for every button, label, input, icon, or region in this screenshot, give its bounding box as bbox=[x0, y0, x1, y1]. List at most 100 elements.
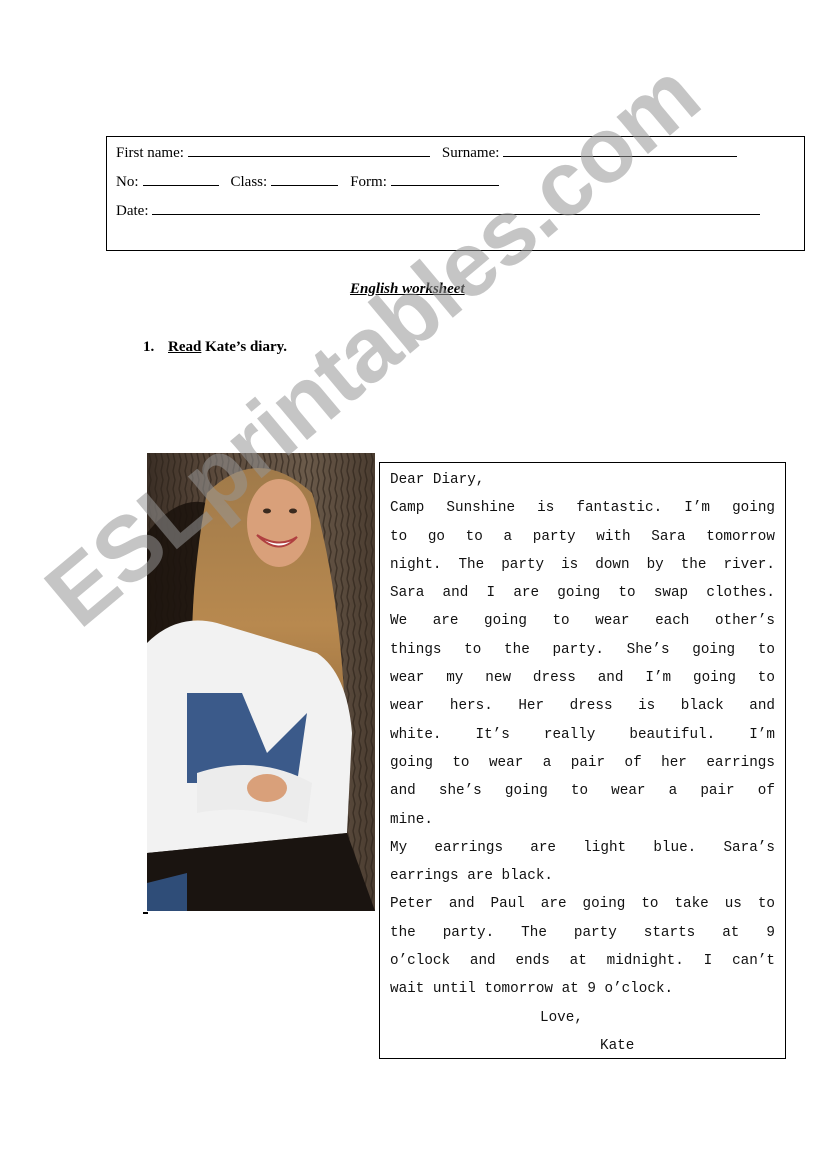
diary-word: starts bbox=[643, 924, 696, 941]
diary-word: going bbox=[504, 783, 548, 800]
diary-word: to bbox=[552, 613, 570, 630]
diary-word: to bbox=[390, 528, 408, 545]
diary-word: going bbox=[692, 641, 736, 658]
date-field[interactable] bbox=[152, 200, 761, 215]
diary-word: party bbox=[573, 924, 617, 941]
diary-line: going to wear a pair of her earrings bbox=[390, 749, 775, 777]
diary-word: light bbox=[583, 839, 627, 856]
diary-word: Peter bbox=[390, 896, 433, 913]
diary-word: going bbox=[732, 500, 775, 517]
diary-word: to bbox=[464, 641, 482, 658]
stray-mark bbox=[143, 912, 148, 914]
diary-word: things bbox=[390, 641, 442, 658]
diary-word: and bbox=[469, 953, 496, 970]
diary-word: are bbox=[432, 613, 459, 630]
diary-line: Sara and Iare going to swap clothes. bbox=[390, 579, 775, 607]
no-field[interactable] bbox=[142, 171, 219, 186]
diary-word: pair bbox=[570, 754, 606, 771]
exercise-number: 1. bbox=[143, 339, 155, 355]
diary-line: the party. The party starts at 9 bbox=[390, 919, 775, 947]
diary-text-box: Dear Diary, Camp Sunshine is fantastic. I’m g… bbox=[379, 462, 786, 1059]
exercise-text: Kate’s diary. bbox=[201, 339, 288, 355]
diary-word: and bbox=[448, 896, 475, 913]
class-field[interactable] bbox=[271, 171, 339, 186]
diary-line: My earrings are light blue. Sara’s bbox=[390, 834, 775, 862]
diary-word: is bbox=[638, 698, 656, 715]
diary-word: by bbox=[646, 556, 664, 573]
diary-line: Peter and Paul are going to take us to bbox=[390, 890, 775, 918]
diary-word: I’m bbox=[749, 726, 775, 743]
diary-word: can’t bbox=[732, 953, 775, 970]
diary-word: wear bbox=[611, 783, 646, 800]
diary-word: party. bbox=[442, 924, 495, 941]
diary-line: We are going to wear each other’s bbox=[390, 607, 775, 635]
form-label: Form: bbox=[350, 174, 387, 190]
diary-line: mine. bbox=[390, 811, 433, 828]
diary-word: 9 bbox=[766, 924, 775, 941]
diary-word: night. bbox=[390, 556, 442, 573]
diary-word: us bbox=[724, 896, 742, 913]
class-row: No: Class: Form: bbox=[116, 171, 511, 191]
diary-word: tomorrow bbox=[706, 528, 775, 545]
diary-word: of bbox=[624, 754, 642, 771]
diary-word: wear bbox=[488, 754, 524, 771]
diary-word: to bbox=[641, 896, 659, 913]
diary-word: I bbox=[703, 953, 713, 970]
diary-word: My bbox=[390, 839, 408, 856]
first-name-label: First name: bbox=[116, 145, 184, 161]
diary-line: earrings are black. bbox=[390, 868, 554, 885]
exercise-verb: Read bbox=[168, 339, 202, 355]
diary-word: and bbox=[749, 698, 775, 715]
diary-word: clothes. bbox=[706, 585, 775, 602]
diary-word: take bbox=[674, 896, 709, 913]
diary-word: are bbox=[540, 896, 567, 913]
diary-word: and bbox=[390, 783, 416, 800]
diary-word: new bbox=[485, 670, 512, 687]
diary-line: to go to a party with Sara tomorrow bbox=[390, 523, 775, 551]
diary-word: pair bbox=[700, 783, 735, 800]
first-name-field[interactable] bbox=[187, 142, 430, 157]
diary-word: beautiful. bbox=[629, 726, 716, 743]
diary-word: party. bbox=[552, 641, 604, 658]
diary-word: Sara bbox=[390, 585, 425, 602]
form-field[interactable] bbox=[390, 171, 499, 186]
date-row: Date: bbox=[116, 200, 772, 220]
diary-word: to bbox=[465, 528, 483, 545]
diary-word: I’m bbox=[684, 500, 710, 517]
surname-field[interactable] bbox=[503, 142, 738, 157]
diary-line: o’clock and ends at midnight. Ican’t bbox=[390, 947, 775, 975]
diary-word: fantastic. bbox=[576, 500, 663, 517]
class-label: Class: bbox=[230, 174, 268, 190]
diary-word: Sara’s bbox=[723, 839, 775, 856]
worksheet-title: English worksheet bbox=[350, 281, 465, 297]
diary-word: Sara bbox=[651, 528, 686, 545]
diary-word: are bbox=[530, 839, 556, 856]
diary-word: river. bbox=[723, 556, 775, 573]
diary-line: Dear Diary, bbox=[390, 472, 485, 488]
diary-word: going bbox=[582, 896, 626, 913]
diary-word: going bbox=[557, 585, 601, 602]
diary-word: o’clock bbox=[390, 953, 451, 970]
diary-word: the bbox=[680, 556, 707, 573]
diary-word: midnight. bbox=[606, 953, 684, 970]
diary-word: party bbox=[532, 528, 576, 545]
diary-line: white. It’s really beautiful. I’m bbox=[390, 721, 775, 749]
diary-word: wear bbox=[595, 613, 630, 630]
diary-word: a bbox=[668, 783, 678, 800]
diary-word: blue. bbox=[653, 839, 697, 856]
diary-word: party bbox=[501, 556, 545, 573]
diary-line: wear my new dress and I’m going to bbox=[390, 664, 775, 692]
diary-word: to bbox=[757, 670, 775, 687]
diary-word: Sunshine bbox=[446, 500, 516, 517]
diary-word: I bbox=[486, 585, 496, 602]
diary-word: wear bbox=[390, 698, 425, 715]
diary-word: dress bbox=[569, 698, 613, 715]
diary-word: We bbox=[390, 613, 408, 630]
photo-girl-by-tree-icon bbox=[147, 453, 375, 911]
diary-word: black bbox=[680, 698, 724, 715]
diary-word: The bbox=[521, 924, 547, 941]
diary-word: at bbox=[722, 924, 740, 941]
diary-word: to bbox=[757, 896, 775, 913]
diary-word: to bbox=[757, 641, 775, 658]
diary-line: Camp Sunshine is fantastic. I’m going bbox=[390, 494, 775, 522]
